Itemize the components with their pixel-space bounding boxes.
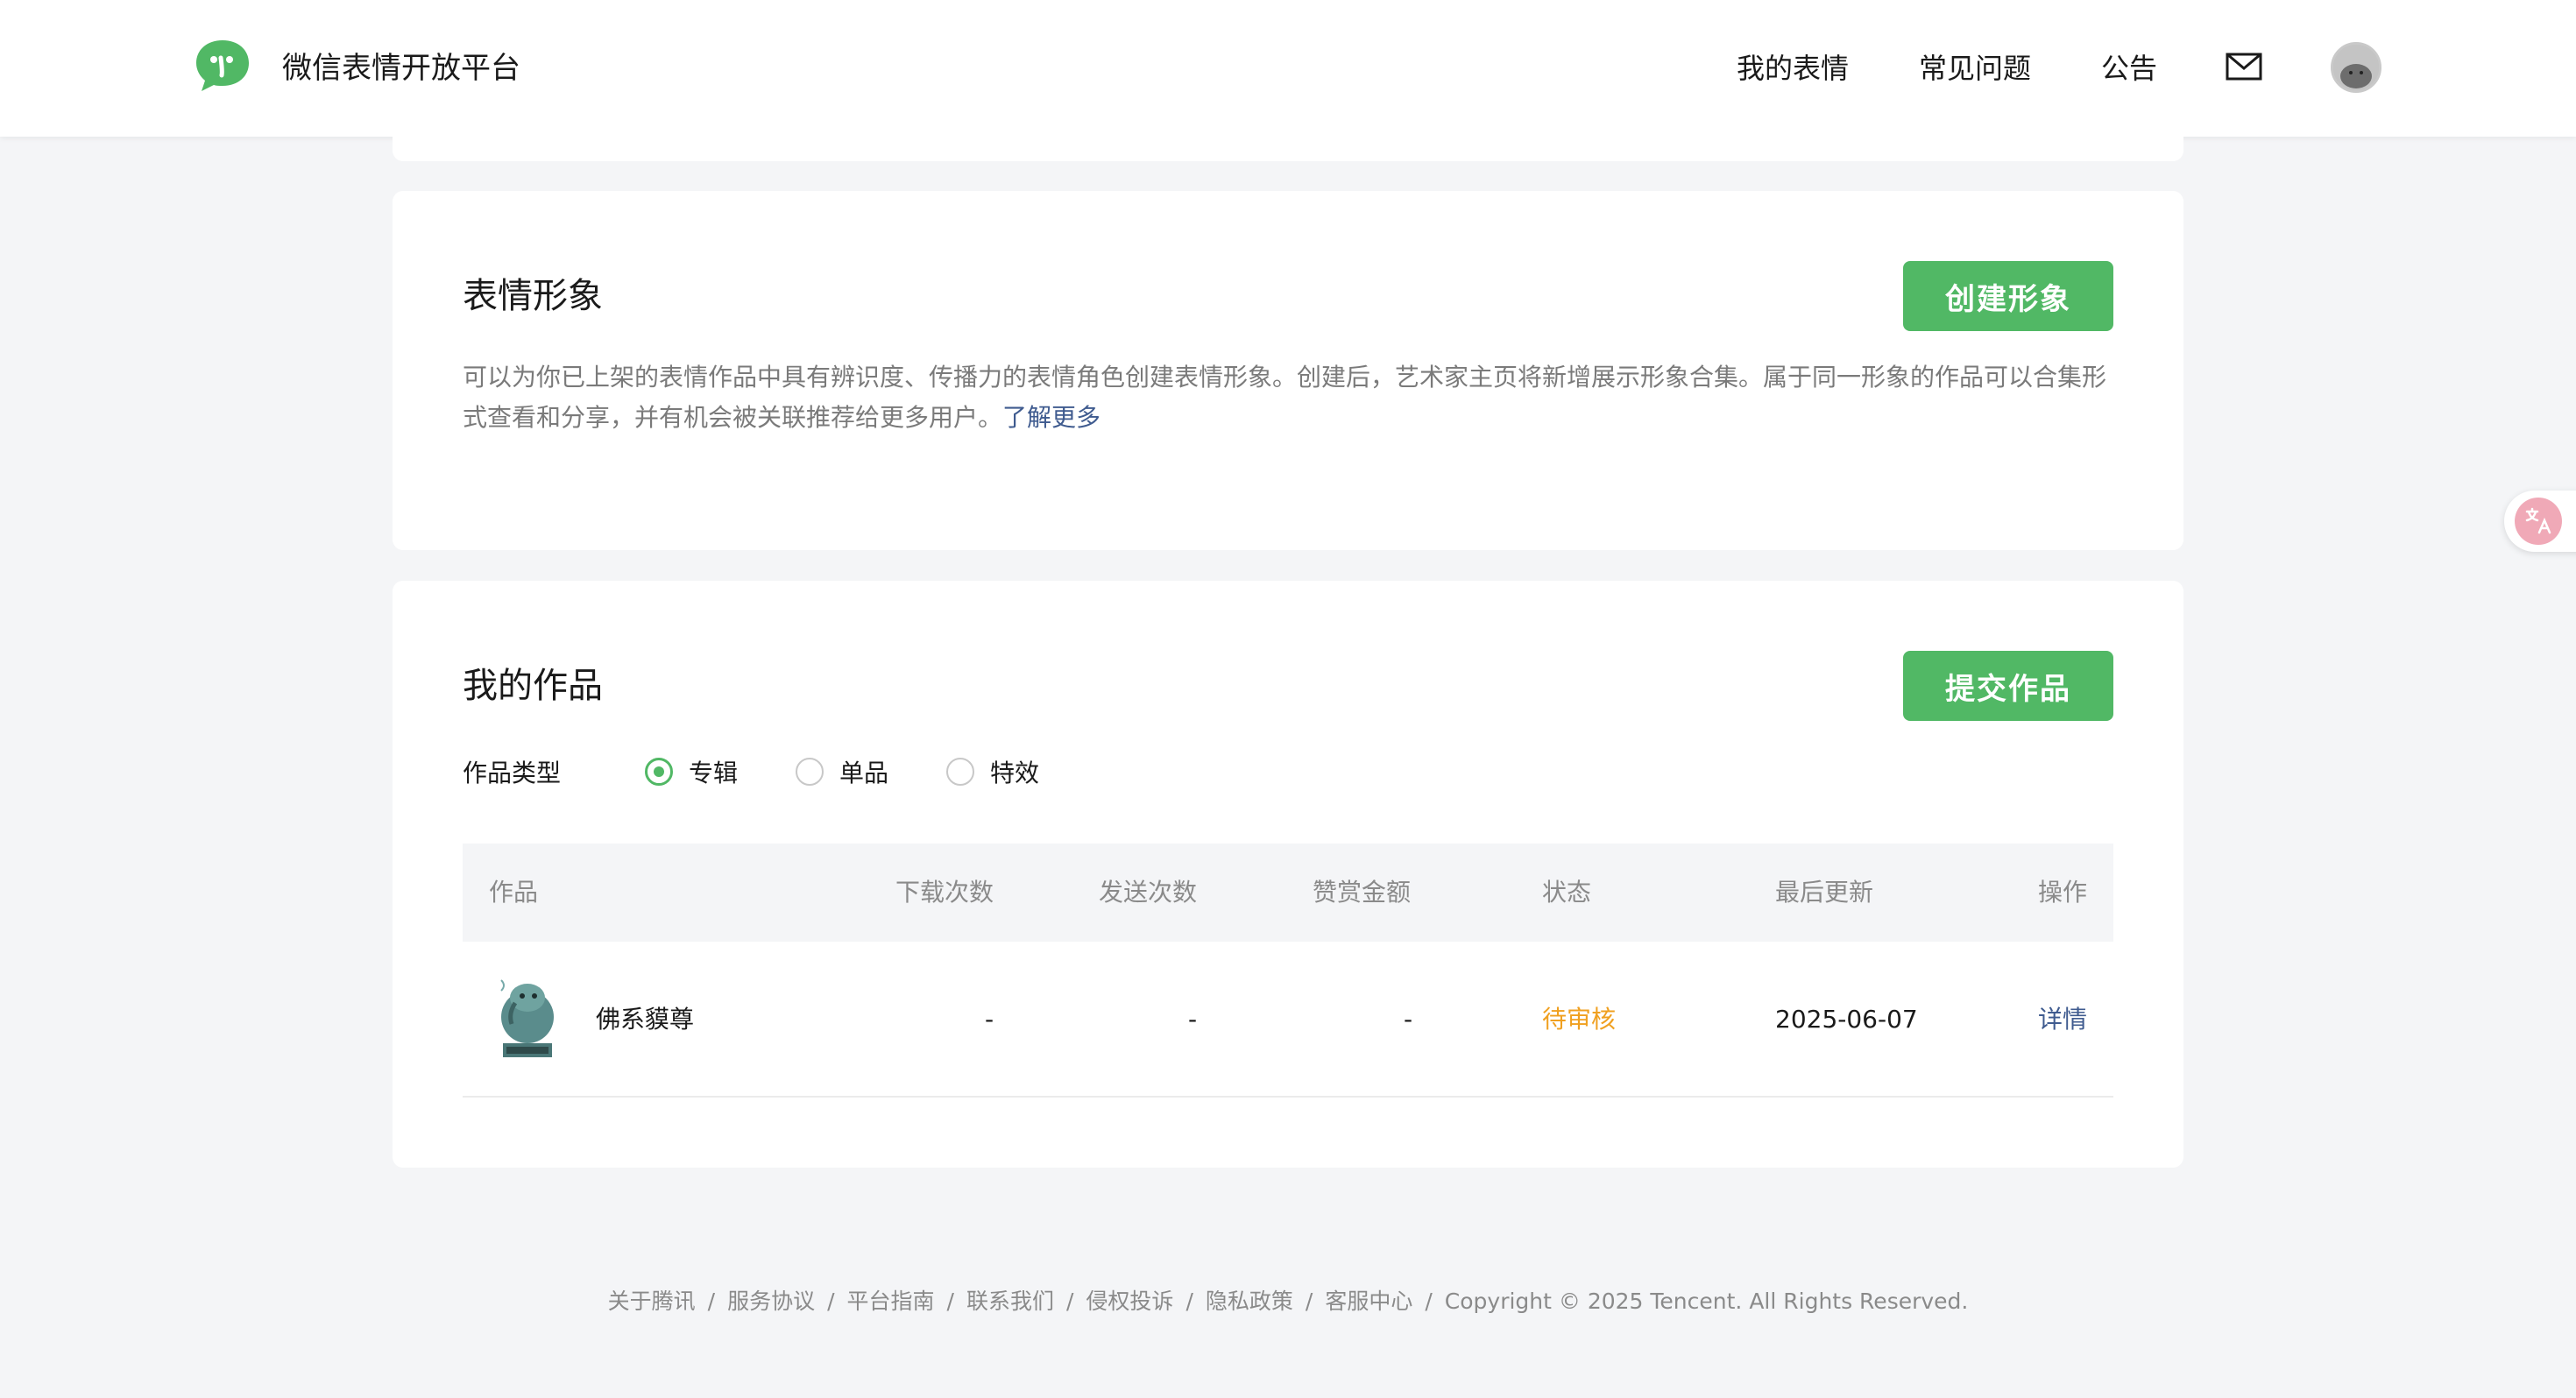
previous-card [393,88,2183,161]
section-title: 我的作品 [463,666,603,706]
wechat-emoji-logo-icon[interactable] [193,37,252,96]
footer-separator: / [946,1289,954,1314]
submit-work-button[interactable]: 提交作品 [1903,651,2113,721]
footer-separator: / [1065,1289,1074,1314]
description-text: 可以为你已上架的表情作品中具有辨识度、传播力的表情角色创建表情形象。创建后，艺术… [463,363,2107,432]
footer-link-infringement[interactable]: 侵权投诉 [1086,1289,1173,1314]
work-thumbnail[interactable] [491,975,564,1063]
footer-copyright: Copyright © 2025 Tencent. All Rights Res… [1444,1289,1969,1314]
avatar-image [2333,45,2379,90]
footer-link-about[interactable]: 关于腾讯 [608,1289,696,1314]
downloads-value: - [985,1005,994,1034]
radio-unchecked-icon [946,758,974,786]
radio-label: 专辑 [689,759,739,787]
status-badge: 待审核 [1542,1005,1617,1034]
my-works-card: 我的作品 提交作品 作品类型 专辑 单品 特效 作品 下载次数 发送次数 赞赏金… [393,581,2183,1168]
translate-glyph [2525,507,2551,534]
sends-value: - [1188,1005,1198,1034]
nav-faq[interactable]: 常见问题 [1919,46,2031,91]
footer-link-guide[interactable]: 平台指南 [847,1289,935,1314]
col-action: 操作 [2038,878,2088,907]
col-work: 作品 [489,878,539,907]
translate-widget[interactable] [2504,491,2576,552]
footer-separator: / [1425,1289,1433,1314]
footer-separator: / [827,1289,835,1314]
type-radio-album[interactable]: 专辑 [645,752,738,791]
footer: 关于腾讯 / 服务协议 / 平台指南 / 联系我们 / 侵权投诉 / 隐私政策 / 客服中心 / Copyr… [0,1284,2576,1316]
type-radio-effect[interactable]: 特效 [946,752,1039,791]
radio-label: 单品 [839,759,889,787]
footer-separator: / [707,1289,716,1314]
avatar[interactable] [2331,42,2381,93]
table-header: 作品 下载次数 发送次数 赞赏金额 状态 最后更新 操作 [463,844,2113,942]
mail-icon[interactable] [2226,53,2262,81]
reward-value: - [1404,1005,1413,1034]
col-downloads: 下载次数 [895,878,994,907]
col-reward: 赞赏金额 [1313,878,1412,907]
section-description: 可以为你已上架的表情作品中具有辨识度、传播力的表情角色创建表情形象。创建后，艺术… [463,357,2119,438]
translate-icon [2515,498,2562,545]
section-title: 表情形象 [463,276,603,316]
radio-unchecked-icon [796,758,824,786]
work-type-label: 作品类型 [463,759,562,787]
sticker-image-card: 表情形象 创建形象 可以为你已上架的表情作品中具有辨识度、传播力的表情角色创建表… [393,191,2183,550]
updated-date: 2025-06-07 [1775,1005,1918,1034]
type-radio-single[interactable]: 单品 [796,752,888,791]
col-updated: 最后更新 [1775,878,1874,907]
learn-more-link[interactable]: 了解更多 [1002,403,1100,432]
nav-announcements[interactable]: 公告 [2101,46,2157,91]
platform-name[interactable]: 微信表情开放平台 [282,46,520,91]
work-name[interactable]: 佛系貘尊 [596,942,694,1098]
radio-checked-icon [645,758,673,786]
footer-link-privacy[interactable]: 隐私政策 [1206,1289,1293,1314]
col-status: 状态 [1542,878,1592,907]
radio-label: 特效 [990,759,1040,787]
footer-separator: / [1185,1289,1193,1314]
create-image-button[interactable]: 创建形象 [1903,261,2113,331]
col-sends: 发送次数 [1099,878,1198,907]
footer-separator: / [1305,1289,1313,1314]
footer-link-contact[interactable]: 联系我们 [966,1289,1054,1314]
nav-my-stickers[interactable]: 我的表情 [1737,46,1850,136]
footer-link-support[interactable]: 客服中心 [1325,1289,1412,1314]
detail-link[interactable]: 详情 [2038,942,2087,1098]
footer-link-terms[interactable]: 服务协议 [727,1289,815,1314]
table-row: 佛系貘尊 - - - 待审核 2025-06-07 详情 [463,942,2113,1098]
